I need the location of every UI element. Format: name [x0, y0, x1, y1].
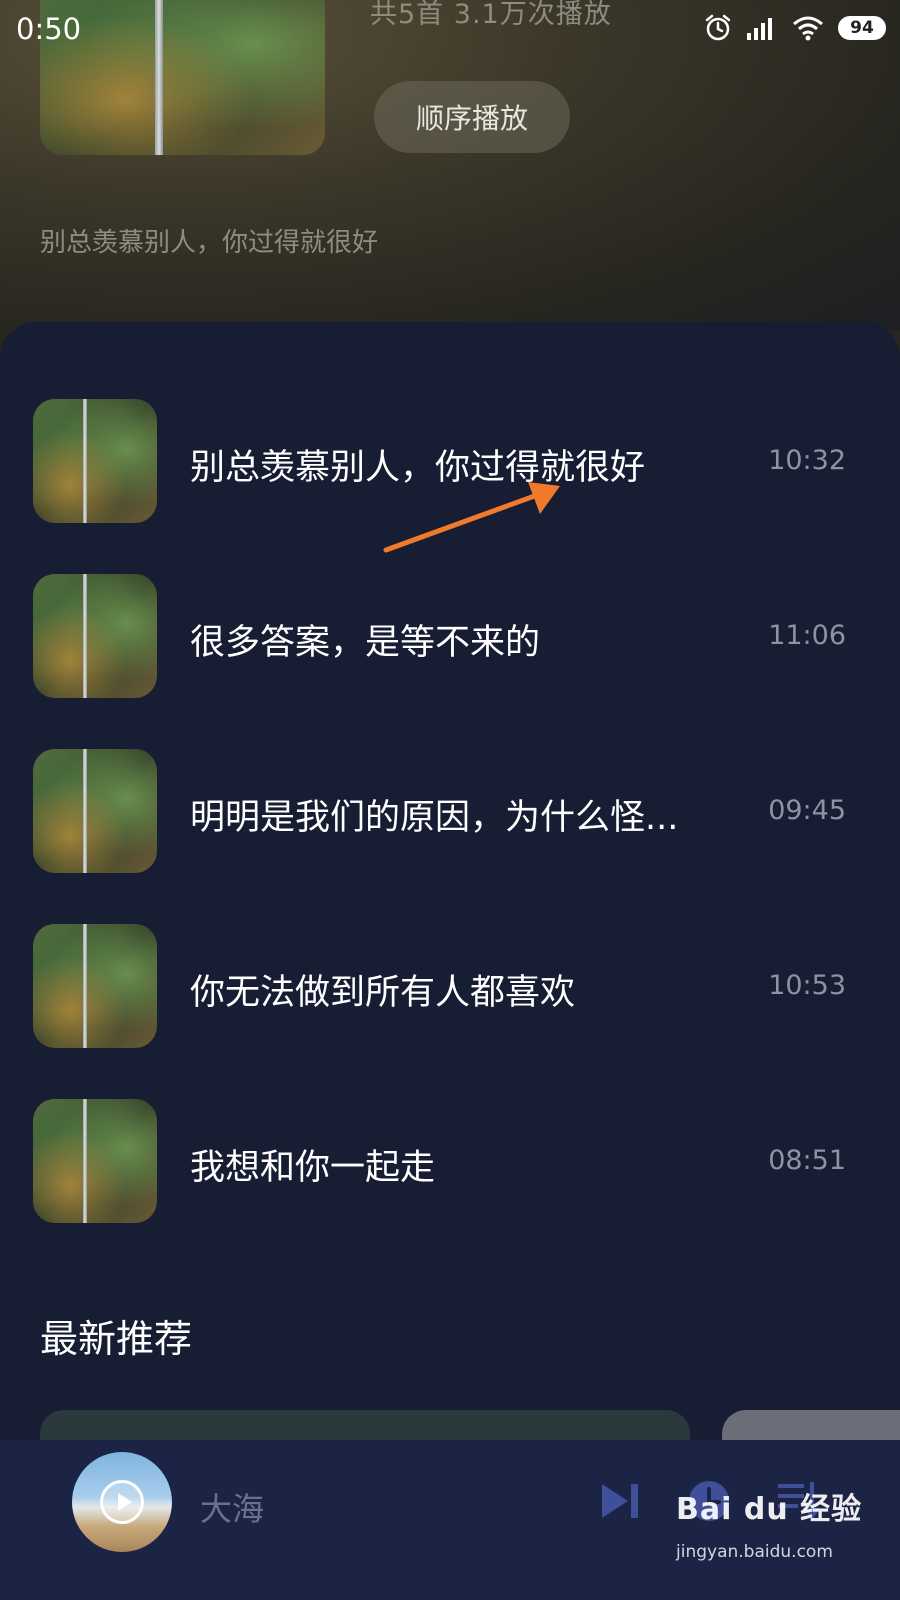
app-screen: 共5首 3.1万次播放 顺序播放 别总羡慕别人，你过得就很好 0:50 94 别…: [0, 0, 900, 1600]
baidu-jingyan-watermark: Bai du 经验 jingyan.baidu.com: [676, 1484, 886, 1584]
track-duration: 10:53: [768, 970, 846, 1001]
track-title: 明明是我们的原因，为什么怪...: [190, 798, 679, 838]
track-thumbnail: [33, 749, 157, 873]
track-thumbnail: [33, 924, 157, 1048]
now-playing-title[interactable]: 大海: [200, 1484, 264, 1530]
track-duration: 08:51: [768, 1145, 846, 1176]
track-title: 很多答案，是等不来的: [190, 623, 541, 663]
track-thumbnail: [33, 574, 157, 698]
wifi-icon: [793, 16, 823, 41]
track-title: 我想和你一起走: [190, 1148, 436, 1188]
play-icon[interactable]: [100, 1480, 144, 1524]
plant-photo: [33, 749, 157, 873]
thumbnail-pole: [83, 924, 87, 1048]
track-thumbnail: [33, 399, 157, 523]
alarm-icon: [705, 14, 731, 41]
track-thumbnail: [33, 1099, 157, 1223]
track-duration: 10:32: [768, 445, 846, 476]
battery-icon: 94: [838, 16, 886, 40]
playlist-description: 别总羡慕别人，你过得就很好: [40, 228, 379, 258]
watermark-brand: Bai du 经验: [676, 1492, 863, 1527]
annotation-arrow-icon: [383, 482, 560, 553]
thumbnail-pole: [83, 574, 87, 698]
plant-photo: [33, 574, 157, 698]
track-row[interactable]: 明明是我们的原因，为什么怪... 09:45: [0, 727, 900, 877]
thumbnail-pole: [83, 1099, 87, 1223]
now-playing-cover[interactable]: [72, 1452, 172, 1552]
track-row[interactable]: 你无法做到所有人都喜欢 10:53: [0, 902, 900, 1052]
track-duration: 11:06: [768, 620, 846, 651]
watermark-url: jingyan.baidu.com: [676, 1542, 833, 1562]
status-time: 0:50: [16, 12, 82, 46]
section-title-latest: 最新推荐: [40, 1317, 193, 1361]
plant-photo: [33, 1099, 157, 1223]
status-icons: 94: [704, 14, 886, 42]
track-row[interactable]: 我想和你一起走 08:51: [0, 1077, 900, 1227]
battery-level: 94: [850, 18, 874, 38]
plant-photo: [33, 399, 157, 523]
plant-photo: [33, 924, 157, 1048]
next-track-icon[interactable]: [598, 1478, 644, 1524]
track-title: 你无法做到所有人都喜欢: [190, 973, 576, 1013]
play-order-button[interactable]: 顺序播放: [374, 81, 570, 153]
status-bar: 0:50 94: [0, 0, 900, 60]
track-duration: 09:45: [768, 795, 846, 826]
thumbnail-pole: [83, 399, 87, 523]
thumbnail-pole: [83, 749, 87, 873]
signal-icon: [747, 18, 772, 40]
track-row[interactable]: 很多答案，是等不来的 11:06: [0, 552, 900, 702]
